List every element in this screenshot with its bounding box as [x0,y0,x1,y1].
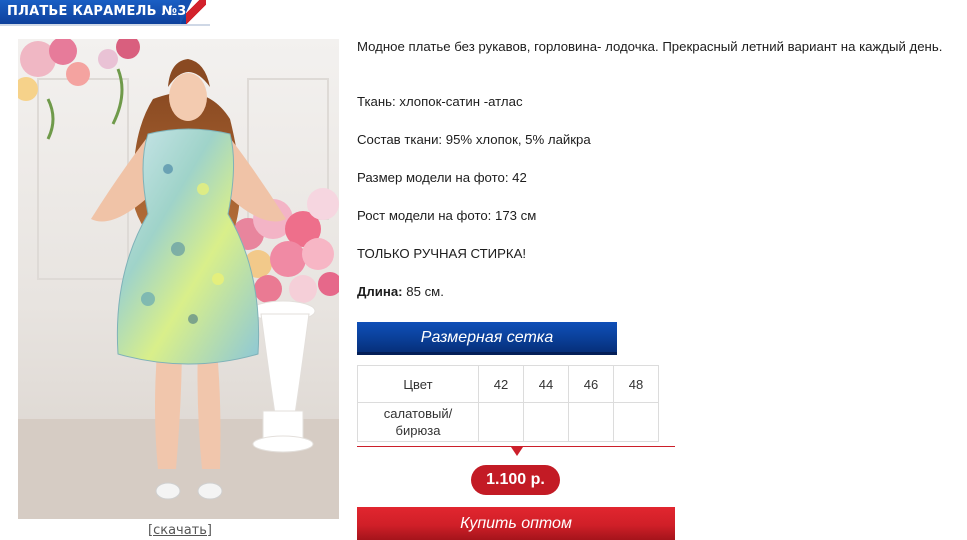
qty-cell-44[interactable] [523,402,569,442]
composition-text: Состав ткани: 95% хлопок, 5% лайкра [357,132,591,147]
size-header-46: 46 [568,365,614,403]
model-height-text: Рост модели на фото: 173 см [357,208,537,223]
size-header-48: 48 [613,365,659,403]
description-text: Модное платье без рукавов, горловина- ло… [357,39,943,54]
size-table: Цвет 42 44 46 48 салатовый/ бирюза [357,365,659,442]
length-label: Длина: [357,284,403,299]
fabric-text: Ткань: хлопок-сатин -атлас [357,94,523,109]
price-badge: 1.100 р. [471,465,560,495]
download-link[interactable]: [скачать] [148,523,212,538]
product-description-block: Модное платье без рукавов, горловина- ло… [357,37,967,56]
product-photo[interactable] [18,39,339,519]
product-photo-image [18,39,339,519]
size-chart-button[interactable]: Размерная сетка [357,322,617,355]
color-header: Цвет [357,365,479,403]
color-line-2: бирюза [395,423,441,438]
size-header-42: 42 [478,365,524,403]
color-cell: салатовый/ бирюза [357,402,479,442]
size-table-header-row: Цвет 42 44 46 48 [357,365,659,403]
price-pointer-icon [511,447,523,456]
model-size-text: Размер модели на фото: 42 [357,170,527,185]
product-title-tab: ПЛАТЬЕ КАРАМЕЛЬ №3 [0,0,210,25]
qty-cell-46[interactable] [568,402,614,442]
length-row: Длина: 85 см. [357,284,444,299]
color-line-1: салатовый/ [383,406,453,421]
title-divider [0,24,210,26]
length-value: 85 см. [406,284,444,299]
product-title: ПЛАТЬЕ КАРАМЕЛЬ №3 [7,4,187,19]
qty-cell-42[interactable] [478,402,524,442]
table-row: салатовый/ бирюза [357,402,659,442]
care-text: ТОЛЬКО РУЧНАЯ СТИРКА! [357,246,527,261]
buy-wholesale-button[interactable]: Купить оптом [357,507,675,540]
qty-cell-48[interactable] [613,402,659,442]
size-header-44: 44 [523,365,569,403]
